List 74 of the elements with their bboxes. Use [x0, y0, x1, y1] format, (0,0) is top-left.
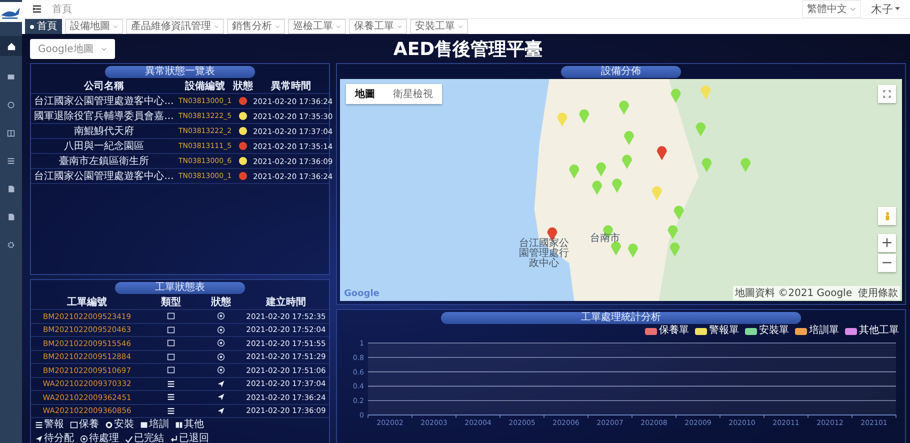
map-source-select[interactable]: Google地圖 — [30, 39, 116, 59]
table-cell-text: 八田與一紀念園區 — [63, 140, 145, 153]
caret-icon — [397, 24, 402, 28]
tab[interactable]: 首頁 — [25, 19, 62, 34]
zoom-in-button[interactable]: + — [878, 234, 896, 252]
map-type-tab[interactable]: 地圖 — [346, 84, 384, 104]
column-header: 異常時間 — [270, 80, 312, 93]
caret-icon — [113, 24, 118, 28]
panel-title: 異常狀態一覽表 — [105, 66, 255, 78]
table-cell-text: 南鯤鯓代天府 — [73, 124, 135, 138]
legend-label: 安裝單 — [759, 325, 789, 337]
language-select[interactable]: 繁體中文 — [802, 0, 861, 18]
column-header: 建立時間 — [264, 295, 307, 309]
map-logo: Google — [344, 289, 380, 299]
legend-label: 待處理 — [89, 433, 119, 443]
legend-label: 警報單 — [709, 325, 739, 337]
legend-label: 已退回 — [179, 433, 209, 443]
column-header: 類型 — [160, 296, 182, 309]
user-menu[interactable]: 木子 — [871, 2, 900, 16]
dashboard-title: AED售後管理平臺 — [393, 38, 543, 61]
square-icon — [70, 421, 78, 429]
ring-icon — [105, 421, 113, 429]
person-icon — [884, 210, 890, 222]
column-header: 設備編號 — [184, 80, 226, 93]
table-cell-text: 國軍退除役官兵輔導委員會嘉... — [33, 110, 175, 123]
caret-icon — [458, 24, 463, 28]
legend-label: 保養單 — [659, 325, 689, 337]
panel-title: 設備分佈 — [561, 66, 681, 78]
menu-icon[interactable] — [32, 4, 42, 14]
tab[interactable]: 產品維修資訊管理 — [126, 19, 224, 34]
legend-label: 已完結 — [134, 433, 164, 443]
legend-label: 待分配 — [44, 433, 74, 443]
tab[interactable]: 保養工單 — [349, 19, 407, 34]
panel-icon — [175, 421, 183, 429]
caret-icon — [850, 6, 856, 12]
list-icon — [35, 421, 43, 429]
table-cell-text: 臺南市左鎮區衛生所 — [58, 154, 150, 168]
caret-icon — [214, 24, 219, 28]
legend-label: 其他 — [184, 419, 204, 431]
panel-title: 工單狀態表 — [115, 282, 245, 294]
fullscreen-button[interactable] — [878, 85, 896, 103]
map-attribution: 地圖資料 ©2021 Google — [734, 286, 852, 300]
legend-label: 警報 — [44, 419, 64, 431]
tab[interactable]: 巡檢工單 — [288, 19, 346, 34]
fullscreen-icon — [883, 90, 891, 98]
tab[interactable]: 設備地圖 — [65, 19, 123, 34]
place-label: 台南市 — [590, 232, 620, 245]
table-cell-text: 台江國家公園管理處遊客中心... — [33, 170, 175, 183]
caret-icon — [275, 24, 280, 28]
return-icon — [170, 435, 178, 443]
legend-label: 安裝 — [114, 419, 134, 431]
caret-icon — [895, 7, 900, 11]
terms-link[interactable]: 使用條款 — [858, 286, 898, 300]
legend-label: 其他工單 — [859, 325, 899, 337]
clock-icon — [80, 435, 88, 443]
tab[interactable]: 銷售分析 — [227, 19, 285, 34]
column-header: 公司名稱 — [82, 80, 125, 93]
send-icon — [35, 435, 43, 443]
column-header: 狀態 — [233, 80, 253, 93]
place-label: 台江國家公園管理處行政中心 — [518, 239, 570, 269]
home-icon[interactable] — [0, 36, 22, 56]
legend-label: 保養 — [79, 419, 99, 431]
caret-icon — [101, 46, 108, 52]
zoom-out-button[interactable]: − — [878, 254, 896, 272]
caret-icon — [336, 24, 341, 28]
column-header: 工單編號 — [66, 296, 108, 309]
check-icon — [125, 435, 133, 443]
legend-label: 培訓單 — [809, 325, 839, 337]
legend-label: 培訓 — [149, 419, 169, 431]
panel-title: 工單處理統計分析 — [441, 312, 801, 324]
map-type-tab[interactable]: 衛星檢視 — [384, 84, 442, 104]
column-header: 狀態 — [210, 296, 232, 309]
tab[interactable]: 安裝工單 — [410, 19, 468, 34]
table-cell-text: 台江國家公園管理處遊客中心... — [33, 94, 175, 108]
